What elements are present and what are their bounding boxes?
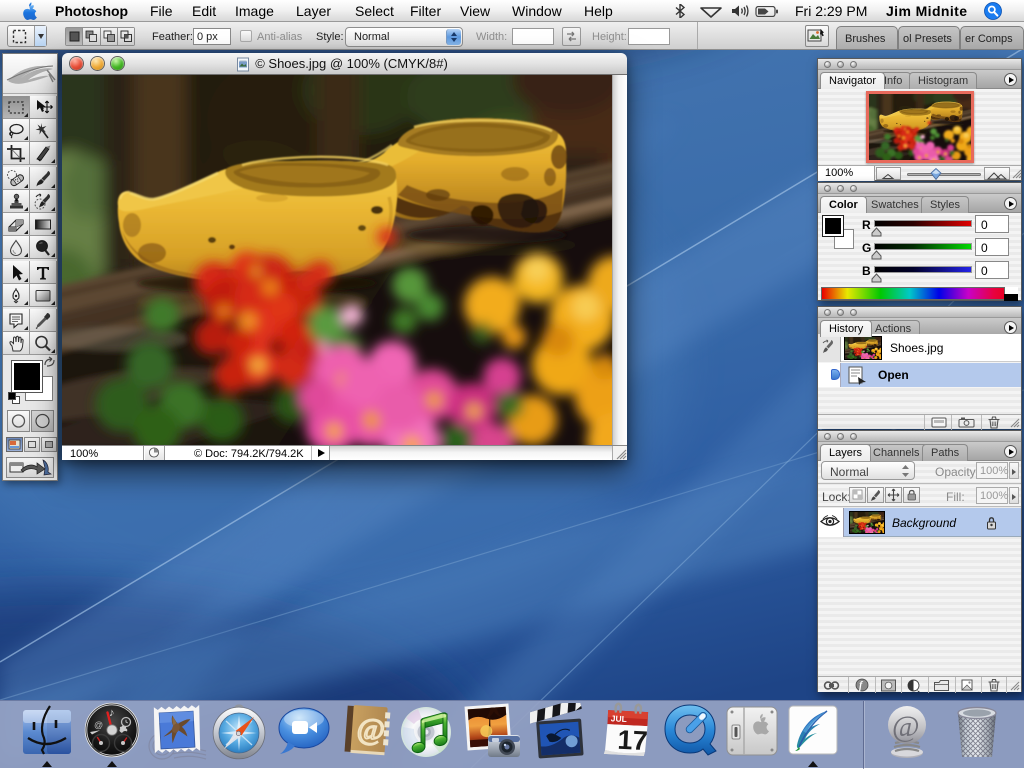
- svg-text:@: @: [94, 720, 103, 730]
- svg-text:17: 17: [617, 725, 649, 757]
- svg-text:JUL: JUL: [610, 713, 627, 724]
- svg-text:@: @: [892, 710, 920, 743]
- svg-text:@: @: [356, 712, 386, 747]
